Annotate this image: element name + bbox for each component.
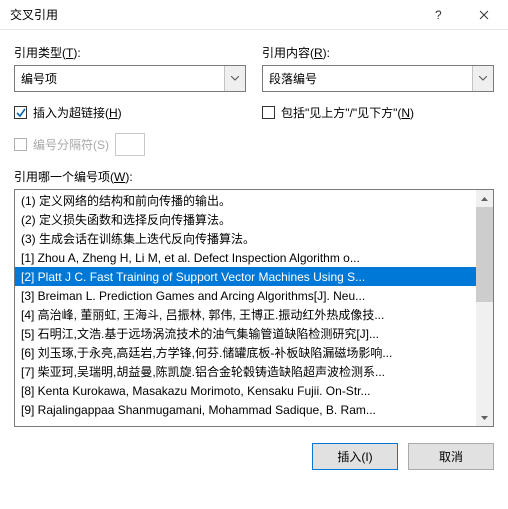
window-title: 交叉引用: [10, 6, 416, 23]
separator-input: [115, 133, 145, 156]
close-button[interactable]: [461, 1, 506, 29]
help-button[interactable]: ?: [416, 1, 461, 29]
list-item[interactable]: [1] Zhou A, Zheng H, Li M, et al. Defect…: [15, 248, 476, 267]
hyperlink-label: 插入为超链接(H): [33, 104, 122, 121]
ref-content-label: 引用内容(R):: [262, 44, 494, 61]
insert-button[interactable]: 插入(I): [312, 443, 398, 470]
ref-type-dropdown[interactable]: 编号项: [14, 65, 246, 92]
svg-text:?: ?: [435, 9, 442, 21]
ref-content-value: 段落编号: [263, 66, 472, 91]
include-checkbox-row[interactable]: 包括"见上方"/"见下方"(N): [262, 104, 494, 121]
list-item[interactable]: (3) 生成会话在训练集上迭代反向传播算法。: [15, 229, 476, 248]
list-item[interactable]: [3] Breiman L. Prediction Games and Arci…: [15, 286, 476, 305]
checkbox-checked-icon: [14, 106, 27, 119]
list-item[interactable]: [9] Rajalingappaa Shanmugamani, Mohammad…: [15, 400, 476, 419]
list-item[interactable]: [8] Kenta Kurokawa, Masakazu Morimoto, K…: [15, 381, 476, 400]
separator-checkbox: [14, 138, 27, 151]
list-item[interactable]: [7] 柴亚珂,吴瑞明,胡益曼,陈凯旋.铝合金轮毂铸造缺陷超声波检测系...: [15, 362, 476, 381]
reference-listbox[interactable]: (1) 定义网络的结构和前向传播的输出。(2) 定义损失函数和选择反向传播算法。…: [14, 189, 494, 427]
list-item[interactable]: [6] 刘玉琢,于永亮,高廷岩,方学锋,何芬.储罐底板-补板缺陷漏磁场影响...: [15, 343, 476, 362]
cancel-button[interactable]: 取消: [408, 443, 494, 470]
titlebar: 交叉引用 ?: [0, 0, 508, 30]
list-item[interactable]: [5] 石明江,文浩.基于远场涡流技术的油气集输管道缺陷检测研究[J]...: [15, 324, 476, 343]
list-label: 引用哪一个编号项(W):: [14, 168, 494, 185]
scroll-down-icon[interactable]: [476, 409, 493, 426]
hyperlink-checkbox-row[interactable]: 插入为超链接(H): [14, 104, 246, 121]
ref-type-value: 编号项: [15, 66, 224, 91]
chevron-down-icon: [472, 66, 493, 91]
separator-label: 编号分隔符(S): [33, 136, 109, 153]
chevron-down-icon: [224, 66, 245, 91]
scroll-thumb[interactable]: [476, 207, 493, 302]
scroll-track[interactable]: [476, 207, 493, 409]
checkbox-unchecked-icon: [262, 106, 275, 119]
ref-content-dropdown[interactable]: 段落编号: [262, 65, 494, 92]
scrollbar[interactable]: [476, 190, 493, 426]
list-item[interactable]: (2) 定义损失函数和选择反向传播算法。: [15, 210, 476, 229]
list-item[interactable]: (1) 定义网络的结构和前向传播的输出。: [15, 191, 476, 210]
scroll-up-icon[interactable]: [476, 190, 493, 207]
include-label: 包括"见上方"/"见下方"(N): [281, 104, 414, 121]
list-item[interactable]: [2] Platt J C. Fast Training of Support …: [15, 267, 476, 286]
list-item[interactable]: [4] 高治峰, 董丽虹, 王海斗, 吕振林, 郭伟, 王博正.振动红外热成像技…: [15, 305, 476, 324]
ref-type-label: 引用类型(T):: [14, 44, 246, 61]
